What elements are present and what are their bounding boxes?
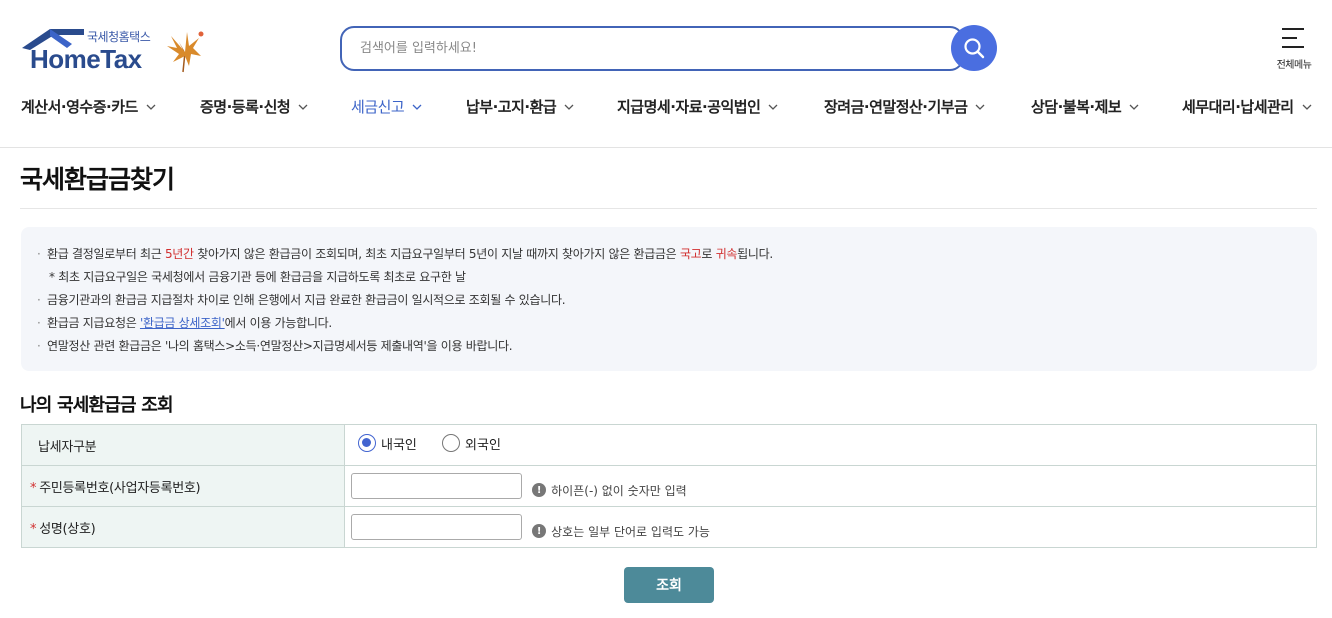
required-mark: * — [30, 480, 37, 496]
chevron-down-icon — [412, 104, 422, 110]
exclamation-icon: ! — [532, 524, 547, 538]
radio-foreign-label: 외국인 — [465, 437, 501, 453]
search-input[interactable] — [342, 28, 932, 69]
nav-item-payment-refund[interactable]: 납부·고지·환급 — [466, 96, 574, 117]
radio-domestic[interactable]: 내국인 — [358, 434, 417, 453]
name-hint: ! 상호는 일부 단어로 입력도 가능 — [532, 523, 710, 540]
name-input[interactable] — [351, 514, 522, 540]
chevron-down-icon — [146, 104, 156, 110]
notice-emphasis: 5년간 — [164, 247, 194, 261]
notice-emphasis: 국고 — [679, 247, 702, 261]
hamburger-icon — [1282, 28, 1304, 55]
logo-subtitle: 국세청홈택스 — [87, 30, 151, 44]
notice-text: 찾아가지 않은 환급금이 조회되며, 최초 지급요구일부터 5년이 지날 때까지… — [193, 247, 680, 261]
hometax-logo[interactable]: 국세청홈택스 HomeTax — [20, 26, 210, 76]
nav-item-label: 세금신고 — [351, 98, 405, 116]
name-label: 성명(상호) — [39, 521, 96, 537]
chevron-down-icon — [768, 104, 778, 110]
notice-text: 환급금 지급요청은 — [47, 316, 140, 330]
notice-item: · 연말정산 관련 환급금은 '나의 홈택스>소득·연말정산>지급명세서등 제출내… — [37, 339, 513, 353]
refund-inquiry-form: 납세자구분 내국인 외국인 * 주민등록번호(사업자등록번호) ! 하이픈(-) 없… — [21, 424, 1317, 548]
radio-unchecked-icon[interactable] — [442, 434, 461, 453]
nav-item-label: 세무대리·납세관리 — [1182, 98, 1294, 116]
name-cell: ! 상호는 일부 단어로 입력도 가능 — [344, 506, 1317, 548]
name-label-cell: * 성명(상호) — [21, 506, 345, 548]
nav-item-label: 계산서·영수증·카드 — [21, 98, 138, 116]
refund-detail-link[interactable]: '환급금 상세조회' — [140, 316, 225, 330]
title-divider — [20, 208, 1317, 209]
section-title: 나의 국세환급금 조회 — [20, 395, 174, 416]
radio-foreign[interactable]: 외국인 — [442, 434, 501, 453]
id-number-label: 주민등록번호(사업자등록번호) — [39, 480, 201, 496]
notice-emphasis: 귀속 — [715, 247, 738, 261]
id-number-hint: ! 하이픈(-) 없이 숫자만 입력 — [532, 482, 687, 499]
main-navigation: 계산서·영수증·카드 증명·등록·신청 세금신고 납부·고지·환급 지급명세·자… — [0, 96, 1332, 124]
nav-item-label: 지급명세·자료·공익법인 — [617, 98, 761, 116]
radio-domestic-label: 내국인 — [381, 437, 417, 453]
nav-item-invoice-receipt-card[interactable]: 계산서·영수증·카드 — [21, 96, 156, 117]
taxpayer-type-label: 납세자구분 — [21, 424, 345, 466]
chevron-down-icon — [298, 104, 308, 110]
nav-item-label: 납부·고지·환급 — [466, 98, 557, 116]
nav-item-label: 상담·불복·제보 — [1031, 98, 1122, 116]
id-number-hint-text: 하이픈(-) 없이 숫자만 입력 — [551, 483, 687, 498]
notice-item: · 금융기관과의 환급금 지급절차 차이로 인해 은행에서 지급 완료한 환급금이… — [37, 293, 566, 307]
notice-subitem: * 최초 지급요구일은 국세청에서 금융기관 등에 환급금을 지급하도록 최초로… — [37, 266, 1317, 289]
logo-text: HomeTax — [30, 44, 142, 74]
chevron-down-icon — [975, 104, 985, 110]
required-mark: * — [30, 521, 37, 537]
nav-item-label: 장려금·연말정산·기부금 — [824, 98, 968, 116]
notice-text: 에서 이용 가능합니다. — [224, 316, 333, 330]
chevron-down-icon — [1129, 104, 1139, 110]
nav-item-tax-filing[interactable]: 세금신고 — [351, 96, 422, 117]
notice-text: 환급 결정일로부터 최근 — [47, 247, 165, 261]
form-row-taxpayer-type: 납세자구분 내국인 외국인 — [21, 424, 1317, 466]
chevron-down-icon — [564, 104, 574, 110]
page-title: 국세환급금찾기 — [20, 165, 175, 194]
notice-item: · 환급 결정일로부터 최근 5년간 찾아가지 않은 환급금이 조회되며, 최초 … — [37, 247, 773, 261]
nav-item-certificate-registration[interactable]: 증명·등록·신청 — [200, 96, 308, 117]
header-divider — [0, 147, 1332, 148]
notice-text: 로 — [701, 247, 716, 261]
notice-text: 됩니다. — [737, 247, 773, 261]
radio-checked-icon[interactable] — [358, 434, 376, 453]
notice-item: · 환급금 지급요청은 '환급금 상세조회'에서 이용 가능합니다. — [37, 316, 333, 330]
form-row-id-number: * 주민등록번호(사업자등록번호) ! 하이픈(-) 없이 숫자만 입력 — [21, 465, 1317, 507]
form-row-name: * 성명(상호) ! 상호는 일부 단어로 입력도 가능 — [21, 506, 1317, 548]
search-box — [340, 26, 964, 71]
exclamation-icon: ! — [532, 483, 547, 497]
all-menu-label: 전체메뉴 — [1276, 60, 1312, 71]
nav-item-consult-appeal[interactable]: 상담·불복·제보 — [1031, 96, 1139, 117]
nav-item-payment-statement[interactable]: 지급명세·자료·공익법인 — [617, 96, 778, 117]
notice-text: * 최초 지급요구일은 국세청에서 금융기관 등에 환급금을 지급하도록 최초로… — [49, 270, 466, 284]
notice-box: · 환급 결정일로부터 최근 5년간 찾아가지 않은 환급금이 조회되며, 최초 … — [21, 227, 1317, 371]
chevron-down-icon — [1302, 104, 1312, 110]
taxpayer-type-cell: 내국인 외국인 — [344, 424, 1317, 466]
id-number-label-cell: * 주민등록번호(사업자등록번호) — [21, 465, 345, 507]
search-button[interactable] — [951, 25, 997, 71]
id-number-cell: ! 하이픈(-) 없이 숫자만 입력 — [344, 465, 1317, 507]
search-icon — [964, 38, 985, 59]
notice-text: 금융기관과의 환급금 지급절차 차이로 인해 은행에서 지급 완료한 환급금이 … — [47, 293, 566, 307]
name-hint-text: 상호는 일부 단어로 입력도 가능 — [551, 524, 710, 539]
inquiry-submit-button[interactable]: 조회 — [624, 567, 714, 603]
nav-item-label: 증명·등록·신청 — [200, 98, 291, 116]
id-number-input[interactable] — [351, 473, 522, 499]
nav-item-incentive-yearend[interactable]: 장려금·연말정산·기부금 — [824, 96, 985, 117]
all-menu-button[interactable]: 전체메뉴 — [1266, 26, 1322, 72]
nav-item-tax-agent[interactable]: 세무대리·납세관리 — [1182, 96, 1312, 117]
notice-text: 연말정산 관련 환급금은 '나의 홈택스>소득·연말정산>지급명세서등 제출내역… — [47, 339, 513, 353]
autumn-leaf-icon — [167, 31, 204, 73]
